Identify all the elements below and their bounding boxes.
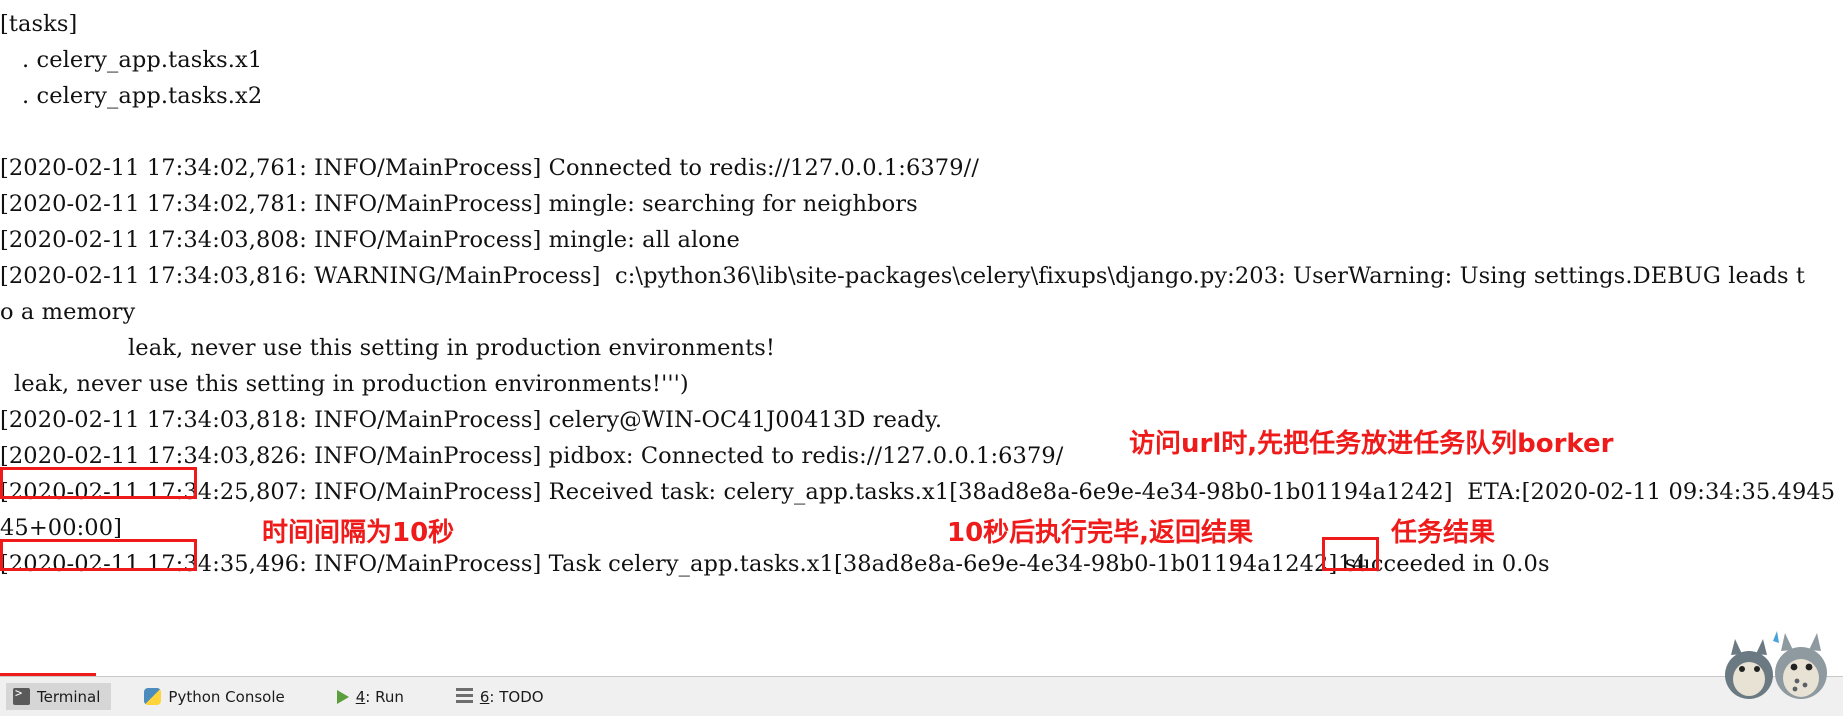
terminal-line: leak, never use this setting in producti… bbox=[14, 371, 689, 397]
tool-tab-terminal[interactable]: Terminal bbox=[6, 683, 112, 710]
terminal-line: [tasks] bbox=[0, 11, 78, 37]
run-icon bbox=[336, 689, 349, 704]
tool-window-bar[interactable]: Terminal Python Console 4: Run 6: TODO bbox=[0, 676, 1843, 716]
tool-tab-python-console[interactable]: Python Console bbox=[137, 683, 295, 710]
annotation-text: 时间间隔为10秒 bbox=[262, 518, 455, 548]
terminal-line: . celery_app.tasks.x1 bbox=[22, 47, 263, 73]
terminal-icon bbox=[13, 686, 30, 705]
terminal-line: [2020-02-11 17:34:25,807: INFO/MainProce… bbox=[0, 479, 1836, 505]
terminal-line: o a memory bbox=[0, 299, 136, 325]
terminal-line: [2020-02-11 17:34:35,496: INFO/MainProce… bbox=[0, 551, 1550, 577]
terminal-line: [2020-02-11 17:34:02,761: INFO/MainProce… bbox=[0, 155, 979, 181]
tool-tab-6-todo[interactable]: 6: TODO bbox=[449, 683, 555, 710]
tool-tab-label: 6: TODO bbox=[479, 687, 544, 706]
tool-tab-label: Terminal bbox=[37, 687, 101, 706]
annotation-text: 任务结果 bbox=[1391, 518, 1496, 548]
tool-tab-4-run[interactable]: 4: Run bbox=[330, 683, 415, 710]
terminal-line: 14 bbox=[1338, 551, 1367, 577]
tool-tab-label: Python Console bbox=[168, 687, 285, 706]
terminal-line: leak, never use this setting in producti… bbox=[128, 335, 776, 361]
python-icon bbox=[144, 688, 162, 705]
terminal-line: [2020-02-11 17:34:02,781: INFO/MainProce… bbox=[0, 191, 918, 217]
terminal-line: 45+00:00] bbox=[0, 515, 123, 541]
annotation-text: 10秒后执行完毕,返回结果 bbox=[947, 518, 1254, 548]
terminal-line: [2020-02-11 17:34:03,808: INFO/MainProce… bbox=[0, 227, 740, 253]
terminal-line: [2020-02-11 17:34:03,816: WARNING/MainPr… bbox=[0, 263, 1806, 289]
terminal-output-panel[interactable]: [tasks] . celery_app.tasks.x1 . celery_app… bbox=[0, 0, 1843, 676]
terminal-line: [2020-02-11 17:34:03,818: INFO/MainProce… bbox=[0, 407, 943, 433]
annotation-text: 访问url时,先把任务放进任务队列borker bbox=[1129, 429, 1614, 459]
terminal-line: . celery_app.tasks.x2 bbox=[22, 83, 263, 109]
terminal-line: [2020-02-11 17:34:03,826: INFO/MainProce… bbox=[0, 443, 1064, 469]
tool-tab-label: 4: Run bbox=[355, 687, 404, 706]
todo-icon bbox=[455, 688, 473, 705]
